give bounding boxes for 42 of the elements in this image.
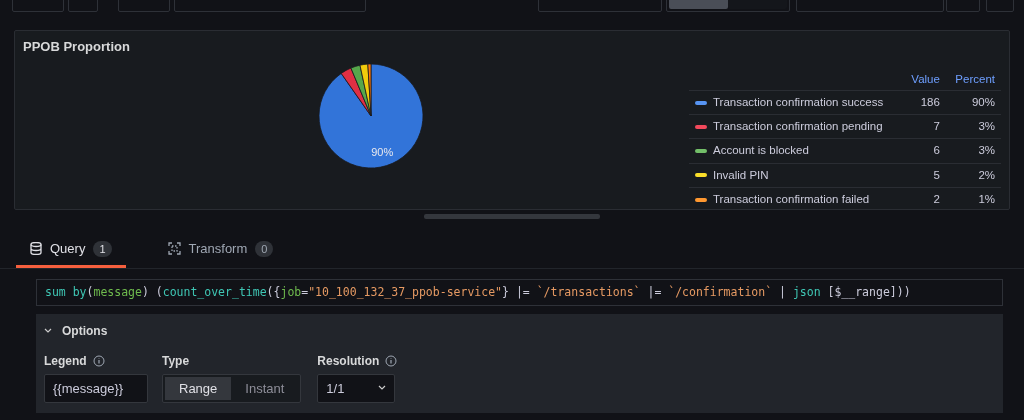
column-header[interactable]: Percent <box>955 72 995 85</box>
legend-percent: 2% <box>978 168 995 181</box>
legend-label[interactable]: Transaction confirmation success <box>713 95 884 108</box>
legend-input[interactable]: {{message}} <box>44 373 148 403</box>
panel-title: PPOB Proportion <box>23 38 131 56</box>
type-option[interactable]: Range <box>165 376 232 400</box>
slice-label: 90% <box>371 145 394 158</box>
editor-tab[interactable]: Transform 0 <box>153 233 288 268</box>
field-label: Legend <box>44 352 87 370</box>
legend-value: 6 <box>933 144 940 157</box>
count-badge: 0 <box>255 240 274 257</box>
info-icon <box>385 354 398 367</box>
resize-handle[interactable] <box>424 214 600 219</box>
editor-tab[interactable]: Query 1 <box>16 233 126 268</box>
database-icon <box>30 242 42 256</box>
legend-value: 5 <box>933 168 940 181</box>
legend-label[interactable]: Invalid PIN <box>713 168 769 181</box>
legend-percent: 3% <box>978 144 995 157</box>
field-label: Type <box>162 352 190 370</box>
chevron-down-icon <box>44 327 52 334</box>
field-label: Resolution <box>317 352 380 370</box>
legend-percent: 90% <box>971 95 995 108</box>
legend-percent: 1% <box>978 192 995 205</box>
type-option[interactable]: Instant <box>231 376 299 400</box>
legend-percent: 3% <box>978 120 995 132</box>
legend-value: 7 <box>933 120 940 132</box>
options-toggle[interactable]: Options <box>44 321 108 340</box>
column-header[interactable]: Value <box>911 72 940 85</box>
tab-label: Transform <box>188 240 248 258</box>
type-segmented-control[interactable]: Range Instant <box>162 373 302 403</box>
info-icon <box>92 354 105 367</box>
legend-label[interactable]: Transaction confirmation failed <box>713 192 870 205</box>
legend-value: 186 <box>920 95 940 108</box>
chevron-down-icon <box>378 385 387 392</box>
transform-icon <box>167 242 181 256</box>
resolution-select[interactable]: 1/1 <box>317 373 396 403</box>
tab-label: Query <box>50 240 86 258</box>
legend-label[interactable]: Transaction confirmation pending <box>713 120 883 132</box>
count-badge: 1 <box>93 240 112 257</box>
query-editor[interactable]: sum by(message) (count_over_time({job="10_100_132_37_ppob-service"} |= `/transactions` |= `/confirmation` | json [$__range])) <box>36 278 1003 306</box>
legend-label[interactable]: Account is blocked <box>713 144 809 157</box>
legend-value: 2 <box>933 192 940 205</box>
